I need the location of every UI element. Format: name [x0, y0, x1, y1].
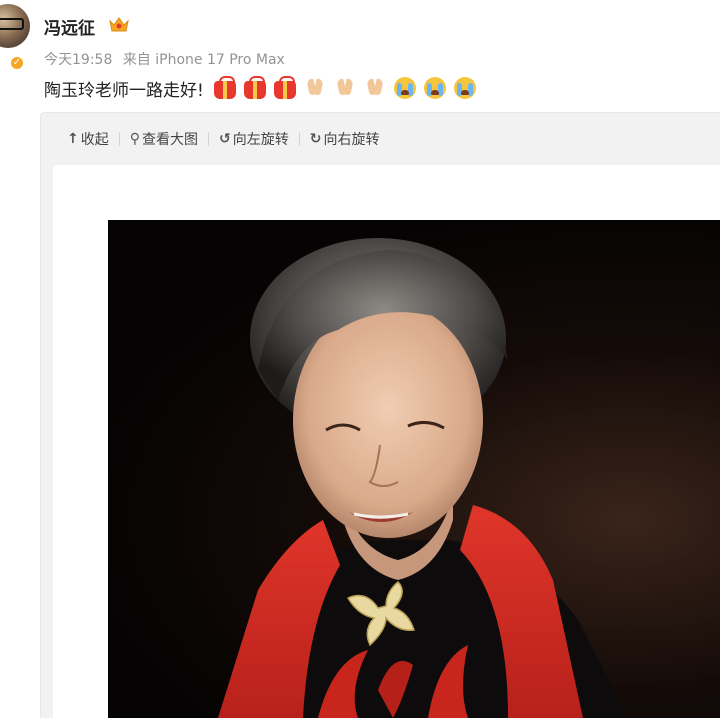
crown-icon	[109, 17, 129, 32]
post-time: 今天19:58	[44, 52, 113, 68]
post-content: 陶玉玲老师一路走好!	[44, 76, 484, 101]
avatar[interactable]	[0, 4, 30, 48]
pray-icon	[304, 77, 326, 99]
pray-icon	[364, 77, 386, 99]
cry-icon	[393, 77, 416, 99]
cry-icon	[453, 77, 476, 99]
post-text: 陶玉玲老师一路走好!	[44, 80, 204, 101]
gift-icon	[243, 76, 266, 99]
rotate-right-button[interactable]: ↻ 向右旋转	[310, 129, 380, 149]
rotate-right-label: 向右旋转	[323, 132, 380, 148]
portrait-illustration	[218, 238, 628, 718]
toolbar-divider	[298, 132, 300, 146]
view-large-label: 查看大图	[142, 132, 198, 148]
rotate-left-label: 向左旋转	[232, 132, 289, 148]
search-icon: ⚲	[129, 131, 140, 147]
post-meta: 今天19:58 来自 iPhone 17 Pro Max	[44, 49, 291, 69]
toolbar-divider	[208, 132, 209, 146]
portrait-photo[interactable]	[108, 220, 720, 718]
gift-icon	[213, 76, 236, 99]
post-source[interactable]: 来自 iPhone 17 Pro Max	[123, 52, 285, 68]
collapse-button[interactable]: ↑ 收起	[67, 129, 109, 149]
verified-badge-icon: ✓	[10, 56, 24, 70]
rotate-left-icon: ↺	[219, 131, 231, 147]
pray-icon	[334, 77, 356, 99]
image-toolbar: ↑ 收起 ⚲ 查看大图 ↺ 向左旋转 ↻ 向右旋转	[41, 113, 720, 165]
cry-icon	[423, 77, 446, 99]
gift-icon	[273, 76, 296, 99]
username[interactable]: 冯远征	[44, 14, 95, 39]
toolbar-divider	[118, 132, 120, 146]
view-large-button[interactable]: ⚲ 查看大图	[130, 129, 198, 149]
collapse-label: 收起	[80, 132, 109, 148]
arrow-up-icon: ↑	[67, 131, 79, 147]
rotate-right-icon: ↻	[309, 131, 322, 147]
rotate-left-button[interactable]: ↺ 向左旋转	[219, 129, 289, 149]
